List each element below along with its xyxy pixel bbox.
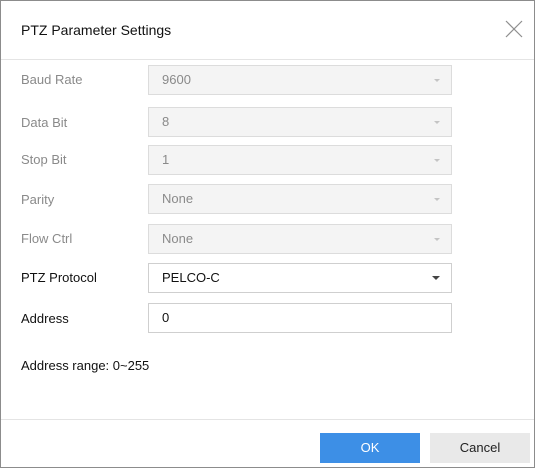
close-icon[interactable] [502,17,526,41]
chevron-down-icon [434,121,440,124]
data-bit-value: 8 [162,114,170,129]
ptz-protocol-label: PTZ Protocol [21,270,97,285]
ptz-protocol-value: PELCO-C [162,270,220,285]
stop-bit-value: 1 [162,152,170,167]
chevron-down-icon [434,79,440,82]
baud-rate-value: 9600 [162,72,191,87]
address-label: Address [21,311,69,326]
parity-label: Parity [21,192,55,207]
baud-rate-select: 9600 [148,65,452,95]
parity-value: None [162,191,194,206]
ok-button[interactable]: OK [320,433,420,463]
data-bit-label: Data Bit [21,115,68,130]
flow-ctrl-label: Flow Ctrl [21,231,73,246]
cancel-button[interactable]: Cancel [430,433,530,463]
dialog-title: PTZ Parameter Settings [21,22,172,38]
address-input[interactable]: 0 [148,303,452,333]
flow-ctrl-select: None [148,224,452,254]
ptz-parameter-dialog: PTZ Parameter Settings Baud Rate 9600 Da… [0,0,535,468]
stop-bit-label: Stop Bit [21,152,67,167]
stop-bit-select: 1 [148,145,452,175]
dialog-footer: OK Cancel [1,419,534,468]
flow-ctrl-value: None [162,231,194,246]
data-bit-select: 8 [148,107,452,137]
dialog-header: PTZ Parameter Settings [1,1,534,60]
ptz-protocol-select[interactable]: PELCO-C [148,263,452,293]
chevron-down-icon[interactable] [432,276,440,280]
chevron-down-icon [434,198,440,201]
address-range-note: Address range: 0~255 [21,358,150,373]
chevron-down-icon [434,159,440,162]
address-value: 0 [162,310,170,325]
chevron-down-icon [434,238,440,241]
parity-select: None [148,184,452,214]
baud-rate-label: Baud Rate [21,72,83,87]
